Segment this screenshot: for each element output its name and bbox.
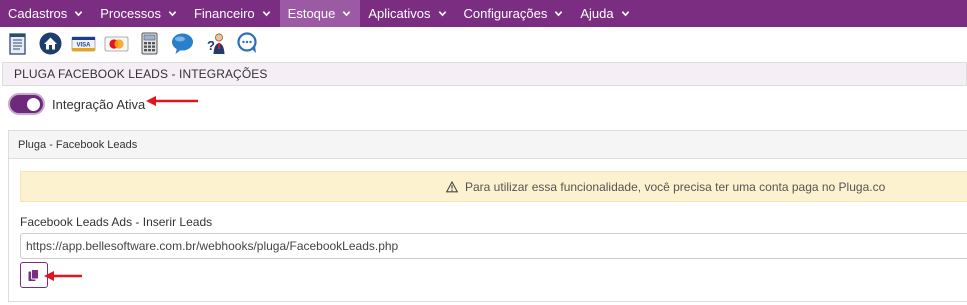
menu-label: Cadastros (8, 6, 68, 21)
annotation-arrow-icon (146, 96, 198, 106)
chevron-down-icon (621, 9, 630, 18)
chevron-down-icon (74, 9, 83, 18)
notepad-icon[interactable] (5, 31, 30, 56)
menu-label: Configurações (463, 6, 548, 21)
warning-icon (446, 180, 458, 193)
chevron-down-icon (554, 9, 563, 18)
warning-alert: Para utilizar essa funcionalidade, você … (20, 171, 967, 202)
alert-text: Para utilizar essa funcionalidade, você … (465, 179, 886, 194)
svg-text:?: ? (207, 38, 215, 53)
annotation-arrow-icon (44, 271, 82, 281)
main-menu-bar: Cadastros Processos Financeiro Estoque A… (0, 0, 967, 27)
copy-icon (28, 268, 39, 281)
menu-cadastros[interactable]: Cadastros (0, 0, 92, 27)
home-icon[interactable] (38, 31, 63, 56)
support-person-icon[interactable]: ? (203, 31, 228, 56)
calculator-icon[interactable] (137, 31, 162, 56)
webhook-url-input[interactable] (20, 233, 967, 259)
menu-label: Aplicativos (368, 6, 431, 21)
menu-aplicativos[interactable]: Aplicativos (360, 0, 455, 27)
quick-toolbar: VISA ? (0, 27, 967, 60)
chat-bubble-icon[interactable] (170, 31, 195, 56)
svg-text:VISA: VISA (76, 43, 91, 49)
chevron-down-icon (168, 9, 177, 18)
mastercard-icon[interactable] (104, 31, 129, 56)
menu-label: Financeiro (193, 6, 255, 21)
menu-configuracoes[interactable]: Configurações (456, 0, 573, 27)
panel-title: Pluga - Facebook Leads (18, 138, 138, 151)
chevron-down-icon (342, 9, 351, 18)
panel-heading: Pluga - Facebook Leads (9, 131, 967, 159)
menu-processos[interactable]: Processos (92, 0, 186, 27)
toggle-label: Integração Ativa (52, 96, 146, 112)
help-chat-icon[interactable] (236, 31, 261, 56)
menu-ajuda[interactable]: Ajuda (572, 0, 638, 27)
menu-financeiro[interactable]: Financeiro (186, 0, 280, 27)
toggle-knob (27, 98, 40, 111)
menu-label: Processos (100, 6, 161, 21)
integration-toggle-row: Integração Ativa (8, 91, 145, 117)
menu-label: Estoque (287, 6, 336, 21)
integration-active-toggle[interactable] (8, 93, 45, 115)
page-header: PLUGA FACEBOOK LEADS - INTEGRAÇÕES (2, 62, 967, 86)
webhook-field-label: Facebook Leads Ads - Inserir Leads (20, 215, 213, 229)
page-title: PLUGA FACEBOOK LEADS - INTEGRAÇÕES (14, 67, 268, 81)
chevron-down-icon (262, 9, 271, 18)
menu-label: Ajuda (580, 6, 614, 21)
menu-estoque[interactable]: Estoque (279, 0, 361, 27)
visa-card-icon[interactable]: VISA (71, 31, 96, 56)
chevron-down-icon (438, 9, 447, 18)
pluga-panel: Pluga - Facebook Leads Para utilizar ess… (8, 130, 967, 302)
